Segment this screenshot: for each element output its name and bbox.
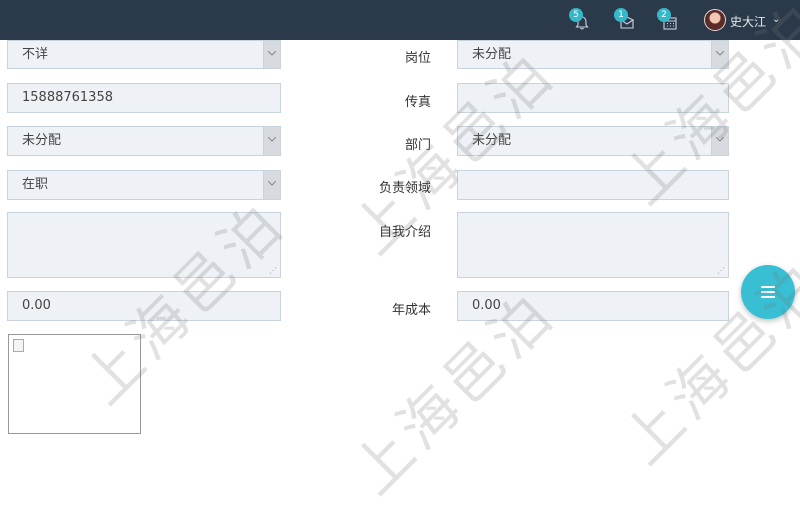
phone-input[interactable]: 15888761358: [7, 83, 281, 113]
messages-button[interactable]: 1: [614, 8, 640, 34]
assignment-value: 未分配: [22, 133, 62, 148]
menu-fab-button[interactable]: [741, 265, 795, 319]
calendar-badge: 2: [657, 8, 671, 22]
annual-cost-label: 年成本: [391, 303, 431, 318]
chevron-down-icon: ⌄: [772, 14, 781, 25]
notifications-badge: 5: [569, 8, 583, 22]
notifications-button[interactable]: 5: [569, 8, 595, 34]
left-textarea[interactable]: ⋰: [7, 212, 281, 278]
chevron-down-icon: [268, 181, 276, 186]
top-navbar: 5 1 2 史大江 ⌄: [0, 0, 800, 40]
status-value: 在职: [22, 177, 49, 192]
assignment-select[interactable]: 未分配: [7, 126, 281, 156]
fax-label: 传真: [404, 95, 431, 110]
responsibility-label: 负责领域: [378, 181, 431, 196]
photo-placeholder[interactable]: [8, 334, 141, 434]
self-intro-label: 自我介绍: [378, 225, 431, 240]
gender-select[interactable]: 不详: [7, 40, 281, 69]
status-select[interactable]: 在职: [7, 170, 281, 200]
resize-grip-icon[interactable]: ⋰: [717, 267, 725, 275]
user-name: 史大江: [730, 15, 767, 29]
annual-cost-input[interactable]: 0.00: [457, 291, 729, 321]
fax-input[interactable]: [457, 83, 729, 113]
messages-badge: 1: [614, 8, 628, 22]
gender-value: 不详: [22, 47, 49, 62]
position-label: 岗位: [404, 51, 431, 66]
hamburger-icon: [761, 286, 775, 288]
broken-image-icon: [13, 339, 24, 352]
self-intro-textarea[interactable]: ⋰: [457, 212, 729, 278]
department-label: 部门: [404, 138, 431, 153]
calendar-button[interactable]: 2: [657, 8, 683, 34]
chevron-down-icon: [716, 137, 724, 142]
position-value: 未分配: [472, 47, 512, 62]
department-value: 未分配: [472, 133, 512, 148]
chevron-down-icon: [268, 137, 276, 142]
position-select[interactable]: 未分配: [457, 40, 729, 69]
avatar: [704, 9, 726, 31]
chevron-down-icon: [716, 51, 724, 56]
salary-input[interactable]: 0.00: [7, 291, 281, 321]
resize-grip-icon[interactable]: ⋰: [269, 267, 277, 275]
department-select[interactable]: 未分配: [457, 126, 729, 156]
chevron-down-icon: [268, 51, 276, 56]
responsibility-input[interactable]: [457, 170, 729, 200]
